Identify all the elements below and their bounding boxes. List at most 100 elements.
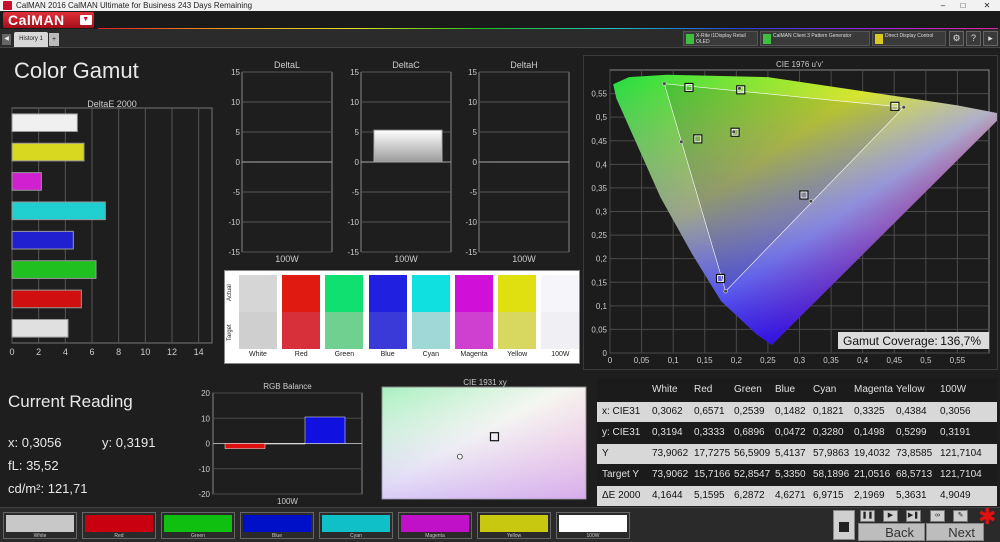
star-icon[interactable]: ✱ xyxy=(978,506,996,528)
step-icon[interactable]: ▶❚ xyxy=(906,510,921,522)
value-bar xyxy=(492,161,560,163)
y-tick-label: 0,4 xyxy=(596,160,608,169)
pause-icon[interactable]: ❚❚ xyxy=(860,510,875,522)
deltae-bar-white xyxy=(11,113,78,132)
x-tick-label: 14 xyxy=(194,347,204,357)
value-bar xyxy=(373,129,443,163)
next-button[interactable]: Next xyxy=(926,523,984,541)
x-tick-label: 100W xyxy=(394,254,418,264)
row-label: Y xyxy=(602,448,609,459)
y-tick-label: 0,05 xyxy=(591,325,607,334)
swatch-actual xyxy=(411,275,450,312)
table-cell: 4,6271 xyxy=(775,490,806,501)
expand-icon[interactable]: ▸ xyxy=(983,31,998,46)
cie-1931-chart: CIE 1931 xy xyxy=(381,378,587,500)
x-tick-label: 0,1 xyxy=(668,356,680,365)
bottom-swatch-green[interactable]: Green xyxy=(161,512,235,539)
bottom-swatch-color xyxy=(243,515,311,532)
y-tick-label: -15 xyxy=(465,248,477,257)
y-tick-label: 15 xyxy=(350,68,359,77)
device-xrite-button[interactable]: X-Rite i1Display Retail OLED xyxy=(683,31,758,46)
bottom-swatch-label: Magenta xyxy=(425,533,445,539)
device-pattern-label: CalMAN Client 3 Pattern Generator xyxy=(773,33,852,39)
collapse-left-icon[interactable]: ◀ xyxy=(2,34,11,45)
chart-title: DeltaE 2000 xyxy=(87,99,137,109)
table-cell: 58,1896 xyxy=(813,469,850,480)
swatch-actual xyxy=(498,275,537,312)
calman-window: CalMAN 2016 CalMAN Ultimate for Business… xyxy=(0,0,1000,542)
swatch-target xyxy=(325,312,364,349)
table-cell: 4,9049 xyxy=(940,490,971,501)
y-tick-label: 10 xyxy=(231,98,240,107)
settings-icon[interactable]: ✎ xyxy=(953,510,968,522)
table-cell: 0,3194 xyxy=(652,427,683,438)
cie-1976-panel: CIE 1976 u'v' 0 0,05 0,1 0,15 0,2 0,25 0,3 0,35 0… xyxy=(583,55,1000,370)
bottom-swatch-color xyxy=(6,515,74,532)
bottom-swatch-white[interactable]: White xyxy=(3,512,77,539)
add-tab-button[interactable]: + xyxy=(49,33,59,46)
swatch-target xyxy=(411,312,450,349)
measured-point-green xyxy=(662,81,667,86)
y-tick-label: 0 xyxy=(355,158,360,167)
minimize-icon[interactable]: – xyxy=(933,0,953,11)
table-cell: 0,1482 xyxy=(775,406,806,417)
chart-title: RGB Balance xyxy=(263,382,312,391)
swatch-label: 100W xyxy=(551,351,570,358)
bottom-swatch-red[interactable]: Red xyxy=(82,512,156,539)
device-display-button[interactable]: Direct Display Control xyxy=(872,31,946,46)
table-cell: 0,3333 xyxy=(694,427,725,438)
bottom-swatch-cyan[interactable]: Cyan xyxy=(319,512,393,539)
swatch-red xyxy=(282,275,321,349)
target-label: Target xyxy=(227,324,233,341)
y-tick-label: 10 xyxy=(201,414,210,423)
y-tick-label: 0 xyxy=(603,349,608,358)
status-led-icon xyxy=(686,34,694,44)
table-cell: 73,9062 xyxy=(652,448,689,459)
y-tick-label: 15 xyxy=(231,68,240,77)
x-tick-label: 100W xyxy=(275,254,299,264)
tab-history[interactable]: History 1 xyxy=(14,32,48,47)
calman-menu-button[interactable]: CalMAN ▼ xyxy=(3,12,94,28)
balance-bar-green xyxy=(264,443,306,445)
gear-icon[interactable]: ⚙ xyxy=(949,31,964,46)
measured-point-cyan xyxy=(679,139,684,144)
y-tick-label: 10 xyxy=(350,98,359,107)
table-header-cell: Yellow xyxy=(896,384,925,395)
bottom-swatch-yellow[interactable]: Yellow xyxy=(477,512,551,539)
play-icon[interactable]: ▶ xyxy=(883,510,898,522)
status-led-icon xyxy=(763,34,771,44)
bottom-swatch-label: 100W xyxy=(586,533,600,539)
y-tick-label: 0 xyxy=(236,158,241,167)
table-cell: 5,1595 xyxy=(694,490,725,501)
bottom-swatch-magenta[interactable]: Magenta xyxy=(398,512,472,539)
bottom-swatch-100w[interactable]: 100W xyxy=(556,512,630,539)
back-button[interactable]: Back xyxy=(858,523,925,541)
y-tick-label: 20 xyxy=(201,389,210,398)
device-xrite-sub: OLED xyxy=(696,39,710,45)
y-tick-label: -10 xyxy=(228,218,240,227)
x-tick-label: 10 xyxy=(140,347,150,357)
measured-point-white xyxy=(731,129,736,134)
y-tick-label: 15 xyxy=(468,68,477,77)
maximize-icon[interactable]: □ xyxy=(953,0,973,11)
stop-button[interactable] xyxy=(833,510,855,540)
x-tick-label: 100W xyxy=(512,254,536,264)
table-cell: 0,5299 xyxy=(896,427,927,438)
bottom-swatch-blue[interactable]: Blue xyxy=(240,512,314,539)
gamut-coverage-label: Gamut Coverage: xyxy=(843,334,938,348)
brand-bar: CalMAN ▼ xyxy=(0,11,1000,31)
close-icon[interactable]: ✕ xyxy=(977,0,997,11)
swatch-actual xyxy=(541,275,580,312)
deltae-bar-green xyxy=(11,260,97,279)
rgb-balance-chart: RGB Balance 20 10 0 -10 -20 100W xyxy=(198,382,363,506)
loop-icon[interactable]: ∞ xyxy=(930,510,945,522)
app-icon xyxy=(3,1,12,10)
device-pattern-button[interactable]: CalMAN Client 3 Pattern Generator xyxy=(760,31,870,46)
help-icon[interactable]: ? xyxy=(966,31,981,46)
y-tick-label: -15 xyxy=(228,248,240,257)
table-cell: 0,6571 xyxy=(694,406,725,417)
deltal-chart: DeltaL 15 10 5 0 -5 -10 -15 100W xyxy=(228,60,333,264)
reading-fl: fL: 35,52 xyxy=(8,458,59,473)
bottom-swatch-label: Red xyxy=(114,533,124,539)
y-tick-label: -20 xyxy=(198,490,210,499)
